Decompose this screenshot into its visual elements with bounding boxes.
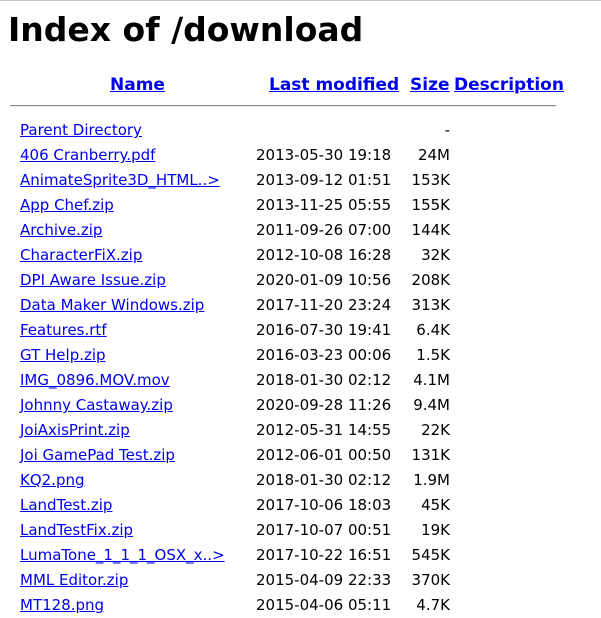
- file-row: CharacterFiX.zip 2012-10-08 16:28 32K: [0, 243, 601, 268]
- last-modified-cell: 2012-06-01 00:50: [256, 446, 392, 464]
- header-divider: [10, 105, 556, 107]
- sort-by-size-link[interactable]: Size: [410, 74, 450, 96]
- file-link[interactable]: Joi GamePad Test.zip: [20, 443, 175, 468]
- size-cell: 131K: [411, 446, 450, 464]
- file-link[interactable]: MML Editor.zip: [20, 568, 128, 593]
- sort-by-name-link[interactable]: Name: [110, 74, 165, 96]
- last-modified-cell: 2016-07-30 19:41: [256, 321, 392, 339]
- size-cell: 9.4M: [413, 396, 450, 414]
- sort-by-last-modified-link[interactable]: Last modified: [269, 74, 399, 96]
- file-link[interactable]: Data Maker Windows.zip: [20, 293, 204, 318]
- file-row: 406 Cranberry.pdf 2013-05-30 19:18 24M: [0, 143, 601, 168]
- last-modified-cell: 2013-05-30 19:18: [256, 146, 392, 164]
- file-link[interactable]: LandTest.zip: [20, 493, 112, 518]
- last-modified-cell: 2017-11-20 23:24: [256, 296, 392, 314]
- size-cell: 370K: [411, 571, 450, 589]
- last-modified-cell: 2015-04-09 22:33: [256, 571, 392, 589]
- file-row: AnimateSprite3D_HTML..> 2013-09-12 01:51 1…: [0, 168, 601, 193]
- file-row: KQ2.png 2018-01-30 02:12 1.9M: [0, 468, 601, 493]
- file-link[interactable]: LumaTone_1_1_1_OSX_x..>: [20, 543, 225, 568]
- size-cell: 313K: [411, 296, 450, 314]
- last-modified-cell: 2013-09-12 01:51: [256, 171, 392, 189]
- size-cell: 6.4K: [416, 321, 450, 339]
- size-cell: 208K: [411, 271, 450, 289]
- file-row: Data Maker Windows.zip 2017-11-20 23:24 31…: [0, 293, 601, 318]
- file-link[interactable]: Archive.zip: [20, 218, 102, 243]
- last-modified-cell: 2017-10-22 16:51: [256, 546, 392, 564]
- file-link[interactable]: LandTestFix.zip: [20, 518, 133, 543]
- size-cell: 32K: [421, 246, 450, 264]
- size-cell: 545K: [411, 546, 450, 564]
- size-cell: 4.7K: [416, 596, 450, 614]
- file-row: MT128.png 2015-04-06 05:11 4.7K: [0, 593, 601, 618]
- file-link[interactable]: 406 Cranberry.pdf: [20, 143, 155, 168]
- last-modified-cell: 2020-01-09 10:56: [256, 271, 392, 289]
- size-cell: 19K: [421, 521, 450, 539]
- size-cell: 22K: [421, 421, 450, 439]
- size-cell: 155K: [411, 196, 450, 214]
- file-link[interactable]: JoiAxisPrint.zip: [20, 418, 130, 443]
- file-row: IMG_0896.MOV.mov 2018-01-30 02:12 4.1M: [0, 368, 601, 393]
- file-row: MML Editor.zip 2015-04-09 22:33 370K: [0, 568, 601, 593]
- size-cell: 45K: [421, 496, 450, 514]
- file-row: LumaTone_1_1_1_OSX_x..> 2017-10-22 16:51 5…: [0, 543, 601, 568]
- file-link[interactable]: CharacterFiX.zip: [20, 243, 142, 268]
- size-cell: 153K: [411, 171, 450, 189]
- file-link[interactable]: IMG_0896.MOV.mov: [20, 368, 170, 393]
- file-row: DPI Aware Issue.zip 2020-01-09 10:56 208K: [0, 268, 601, 293]
- last-modified-cell: 2017-10-06 18:03: [256, 496, 392, 514]
- file-link[interactable]: Johnny Castaway.zip: [20, 393, 173, 418]
- file-link[interactable]: DPI Aware Issue.zip: [20, 268, 166, 293]
- size-cell: 144K: [411, 221, 450, 239]
- file-row: Archive.zip 2011-09-26 07:00 144K: [0, 218, 601, 243]
- parent-directory-link[interactable]: Parent Directory: [20, 118, 142, 143]
- last-modified-cell: 2012-10-08 16:28: [256, 246, 392, 264]
- file-link[interactable]: AnimateSprite3D_HTML..>: [20, 168, 220, 193]
- file-row: GT Help.zip 2016-03-23 00:06 1.5K: [0, 343, 601, 368]
- file-row: LandTestFix.zip 2017-10-07 00:51 19K: [0, 518, 601, 543]
- size-cell: 4.1M: [413, 371, 450, 389]
- last-modified-cell: 2013-11-25 05:55: [256, 196, 392, 214]
- page-title: Index of /download: [8, 10, 364, 49]
- file-link[interactable]: KQ2.png: [20, 468, 85, 493]
- file-row: LandTest.zip 2017-10-06 18:03 45K: [0, 493, 601, 518]
- file-row: App Chef.zip 2013-11-25 05:55 155K: [0, 193, 601, 218]
- top-border: [0, 0, 601, 1]
- file-link[interactable]: GT Help.zip: [20, 343, 106, 368]
- size-cell: 24M: [417, 146, 450, 164]
- size-cell: 1.5K: [416, 346, 450, 364]
- file-row: Joi GamePad Test.zip 2012-06-01 00:50 131K: [0, 443, 601, 468]
- last-modified-cell: 2020-09-28 11:26: [256, 396, 392, 414]
- last-modified-cell: 2018-01-30 02:12: [256, 471, 392, 489]
- file-link[interactable]: MT128.png: [20, 593, 104, 618]
- last-modified-cell: 2018-01-30 02:12: [256, 371, 392, 389]
- size-cell: -: [444, 121, 450, 139]
- file-row: Features.rtf 2016-07-30 19:41 6.4K: [0, 318, 601, 343]
- last-modified-cell: 2012-05-31 14:55: [256, 421, 392, 439]
- last-modified-cell: 2017-10-07 00:51: [256, 521, 392, 539]
- parent-directory-row: Parent Directory -: [0, 118, 601, 143]
- size-cell: 1.9M: [413, 471, 450, 489]
- sort-by-description-link[interactable]: Description: [454, 74, 564, 96]
- file-link[interactable]: Features.rtf: [20, 318, 107, 343]
- file-link[interactable]: App Chef.zip: [20, 193, 114, 218]
- last-modified-cell: 2015-04-06 05:11: [256, 596, 392, 614]
- file-row: Johnny Castaway.zip 2020-09-28 11:26 9.4M: [0, 393, 601, 418]
- file-row: JoiAxisPrint.zip 2012-05-31 14:55 22K: [0, 418, 601, 443]
- last-modified-cell: 2016-03-23 00:06: [256, 346, 392, 364]
- last-modified-cell: 2011-09-26 07:00: [256, 221, 392, 239]
- file-list: Parent Directory - 406 Cranberry.pdf 2013-0…: [0, 118, 601, 618]
